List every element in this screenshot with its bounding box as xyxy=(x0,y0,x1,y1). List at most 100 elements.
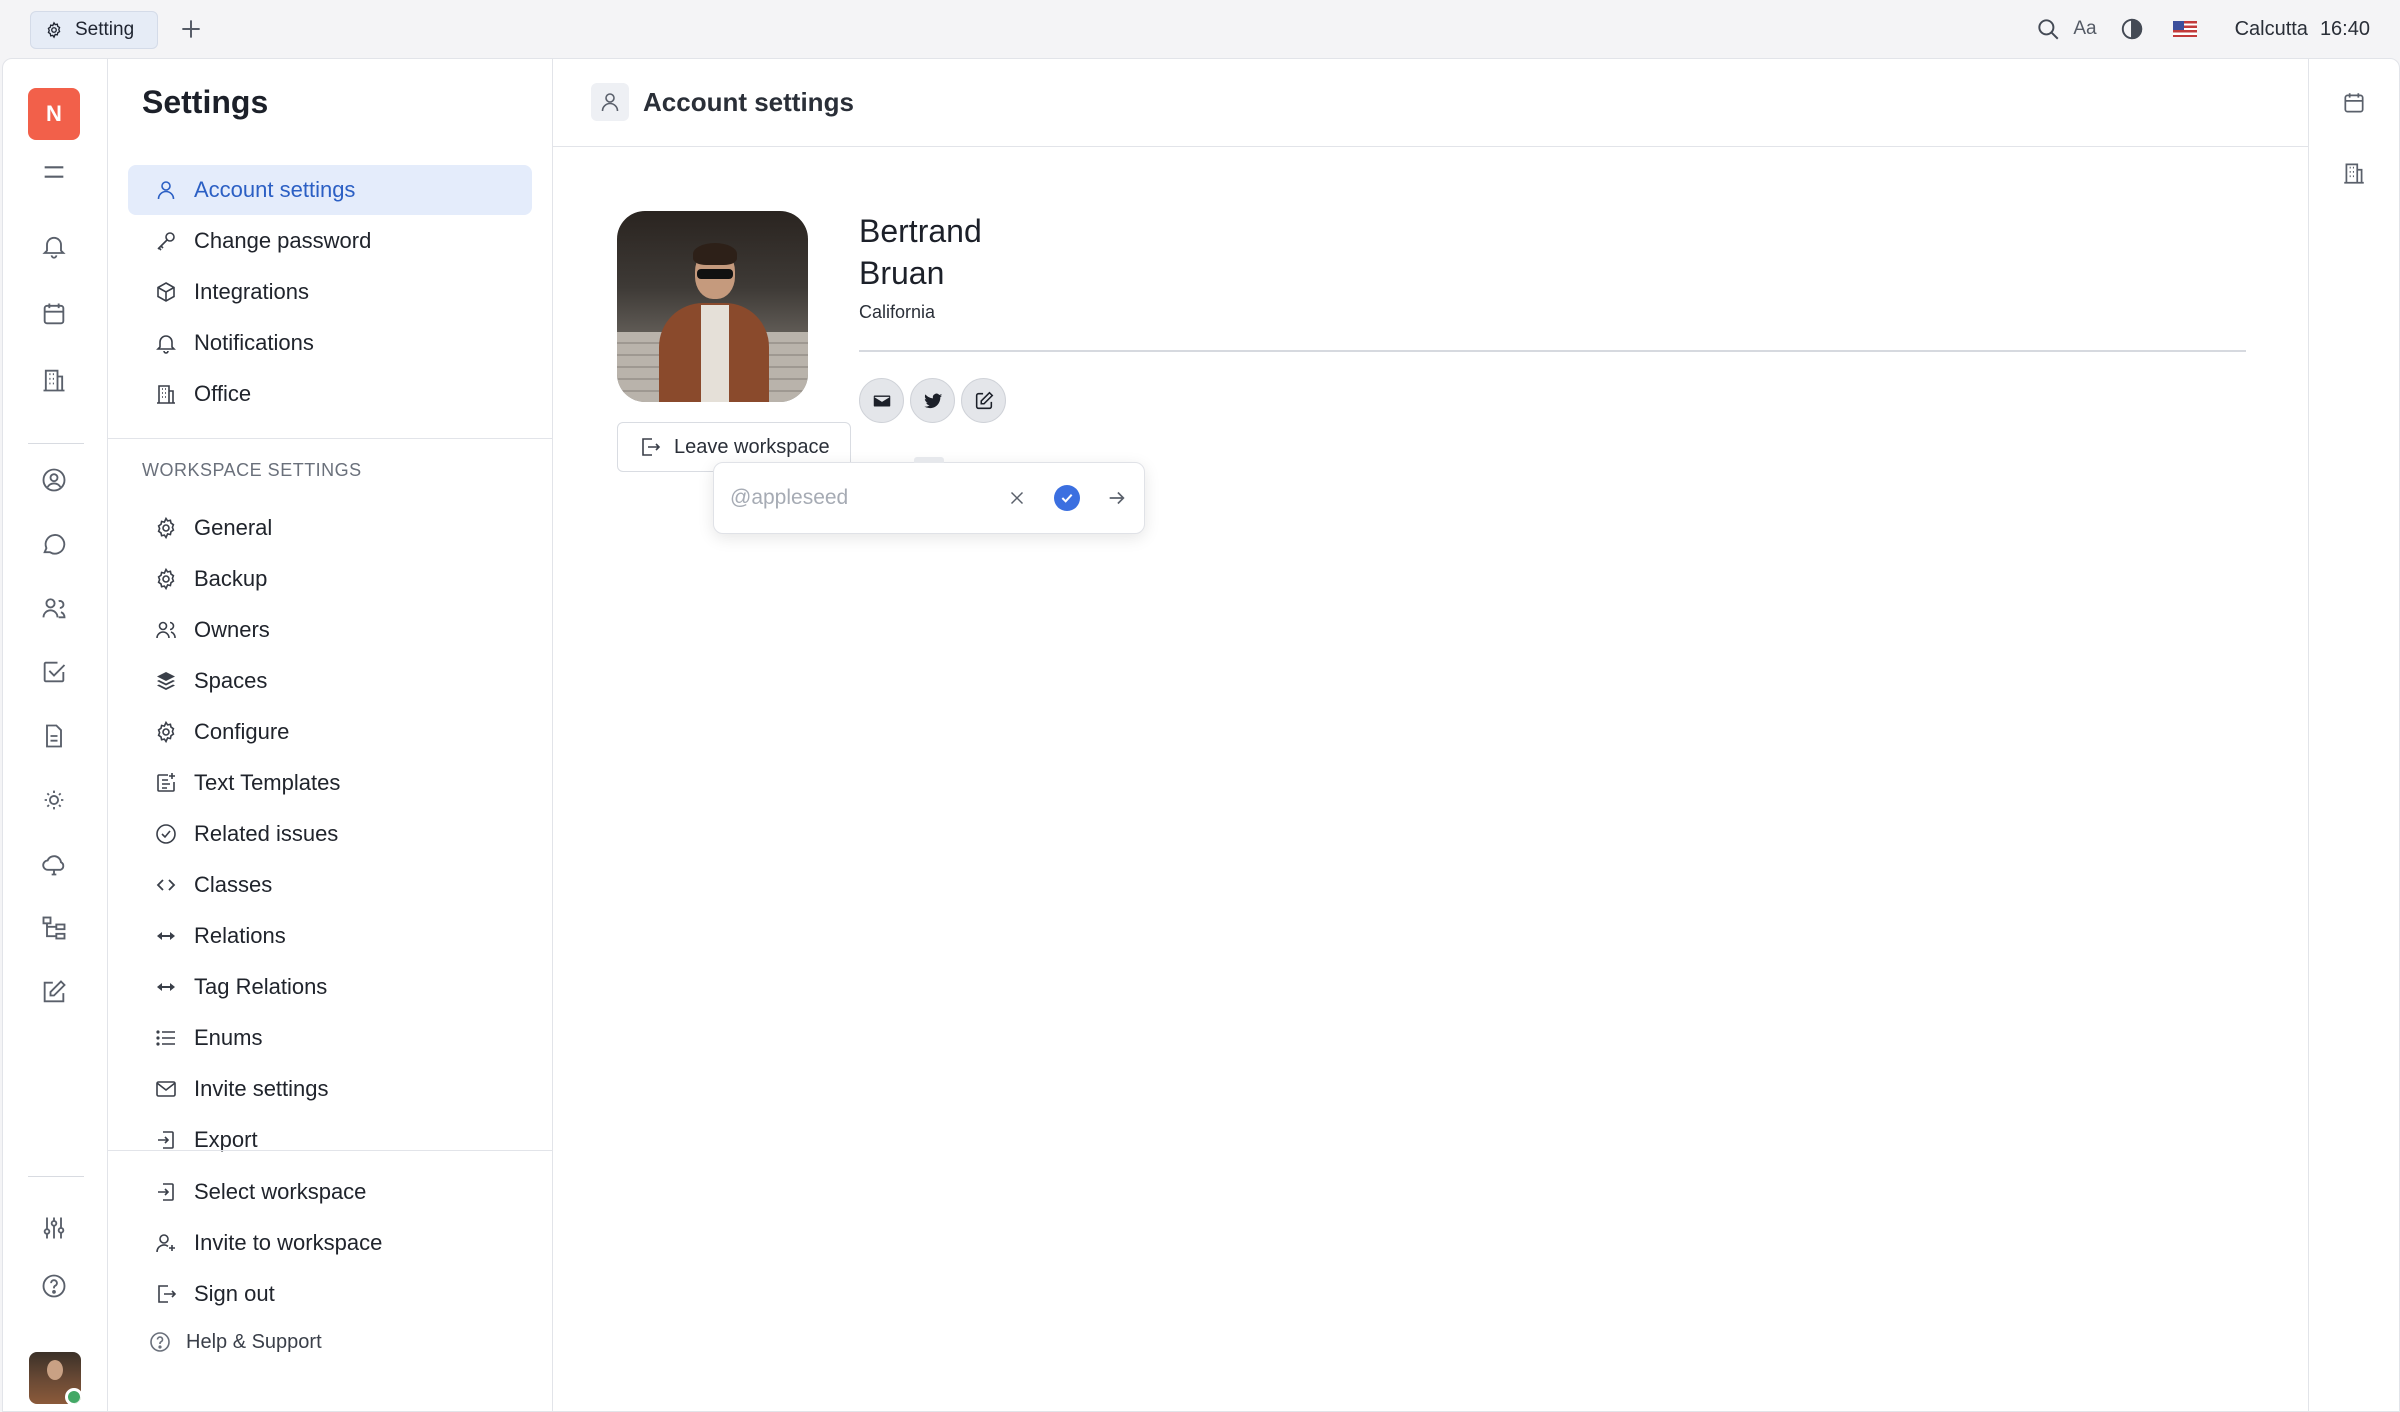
mail-icon xyxy=(873,395,890,406)
nav-item-label: Text Templates xyxy=(194,770,341,795)
hierarchy-button[interactable] xyxy=(40,914,68,942)
documents-button[interactable] xyxy=(40,722,68,750)
nav-item-label: Enums xyxy=(194,1025,263,1050)
nav-notifications[interactable]: Notifications xyxy=(128,318,532,368)
header-icon-box xyxy=(591,83,629,121)
top-bar: Setting Aa Calcutta 16:40 xyxy=(0,0,2400,58)
nav-general[interactable]: General xyxy=(128,503,532,553)
nav-divider xyxy=(108,438,552,439)
avatar-face xyxy=(47,1360,63,1380)
office-panel-button[interactable] xyxy=(2341,160,2367,186)
theme-toggle-button[interactable] xyxy=(2119,16,2145,42)
font-size-button[interactable]: Aa xyxy=(2073,18,2096,40)
office-button[interactable] xyxy=(40,366,68,394)
text-template-icon xyxy=(157,773,175,792)
social-handle-input[interactable] xyxy=(730,486,980,510)
user-avatar[interactable] xyxy=(29,1352,81,1404)
nav-invite-to-workspace[interactable]: Invite to workspace xyxy=(128,1218,532,1268)
edit-icon xyxy=(43,980,66,1003)
gear-icon xyxy=(157,720,175,744)
user-name[interactable]: Bertrand Bruan xyxy=(859,210,982,294)
calendar-button[interactable] xyxy=(40,300,68,328)
profile-divider xyxy=(859,350,2246,352)
confirm-button[interactable] xyxy=(1054,484,1080,512)
cloud-button[interactable] xyxy=(40,850,68,878)
person-icon xyxy=(601,93,619,112)
notifications-button[interactable] xyxy=(40,232,68,260)
nav-export[interactable]: Export xyxy=(128,1115,532,1165)
nav-owners[interactable]: Owners xyxy=(128,605,532,655)
office-building-icon xyxy=(157,385,175,404)
chat-button[interactable] xyxy=(40,530,68,558)
calendar-panel-button[interactable] xyxy=(2341,90,2367,116)
sun-icon xyxy=(44,790,64,810)
list-icon xyxy=(156,1030,175,1046)
nav-invite-settings[interactable]: Invite settings xyxy=(128,1064,532,1114)
twitter-link-button[interactable] xyxy=(910,378,955,423)
tasks-button[interactable] xyxy=(40,658,68,686)
cloud-icon xyxy=(42,855,65,876)
nav-configure[interactable]: Configure xyxy=(128,707,532,757)
nav-spaces[interactable]: Spaces xyxy=(128,656,532,706)
help-support-link[interactable]: Help & Support xyxy=(148,1330,322,1354)
tab-setting[interactable]: Setting xyxy=(30,11,158,49)
double-arrow-icon xyxy=(157,932,175,940)
person-circle-icon xyxy=(42,468,66,492)
open-link-button[interactable] xyxy=(1106,484,1128,512)
nav-select-workspace[interactable]: Select workspace xyxy=(128,1167,532,1217)
calendar-icon xyxy=(2344,93,2364,113)
nav-account-settings[interactable]: Account settings xyxy=(128,165,532,215)
nav-item-label: Relations xyxy=(194,923,286,948)
edit-links-button[interactable] xyxy=(961,378,1006,423)
social-handle-popup xyxy=(713,457,1145,534)
check-circle-icon xyxy=(156,824,176,844)
nav-divider-bottom xyxy=(108,1150,552,1151)
nav-sign-out[interactable]: Sign out xyxy=(128,1269,532,1319)
nav-text-templates[interactable]: Text Templates xyxy=(128,758,532,808)
bell-icon xyxy=(156,335,176,354)
tab-label: Setting xyxy=(75,19,135,40)
first-name: Bertrand xyxy=(859,213,982,249)
profile-button[interactable] xyxy=(40,466,68,494)
gear-icon xyxy=(47,21,61,39)
enter-icon xyxy=(158,1183,174,1201)
nav-office[interactable]: Office xyxy=(128,369,532,419)
mail-link-button[interactable] xyxy=(859,378,904,423)
nav-item-label: Invite settings xyxy=(194,1076,329,1101)
nav-integrations[interactable]: Integrations xyxy=(128,267,532,317)
sliders-icon xyxy=(43,1217,65,1239)
calendar-icon xyxy=(43,303,65,325)
timezone-label: Calcutta xyxy=(2234,17,2308,40)
sun-button[interactable] xyxy=(40,786,68,814)
edit-icon xyxy=(975,391,993,409)
search-button[interactable] xyxy=(2035,16,2061,42)
nav-backup[interactable]: Backup xyxy=(128,554,532,604)
sign-out-icon xyxy=(642,438,661,456)
new-tab-button[interactable] xyxy=(178,16,204,42)
tree-icon xyxy=(42,916,66,940)
workspace-logo[interactable]: N xyxy=(28,88,80,140)
preferences-button[interactable] xyxy=(40,1214,68,1242)
nav-item-label: Integrations xyxy=(194,279,309,304)
clear-button[interactable] xyxy=(1006,484,1028,512)
nav-related-issues[interactable]: Related issues xyxy=(128,809,532,859)
world-clock[interactable]: Calcutta 16:40 xyxy=(2235,18,2370,41)
nav-item-label: Change password xyxy=(194,228,372,253)
time-label: 16:40 xyxy=(2319,17,2370,40)
nav-classes[interactable]: Classes xyxy=(128,860,532,910)
close-icon xyxy=(1010,491,1024,505)
nav-tag-relations[interactable]: Tag Relations xyxy=(128,962,532,1012)
help-button[interactable] xyxy=(40,1272,68,1300)
nav-enums[interactable]: Enums xyxy=(128,1013,532,1063)
sign-out-icon xyxy=(158,1285,177,1303)
edit-button[interactable] xyxy=(40,978,68,1006)
us-flag-icon[interactable] xyxy=(2172,21,2197,37)
nav-change-password[interactable]: Change password xyxy=(128,216,532,266)
nav-relations[interactable]: Relations xyxy=(128,911,532,961)
profile-photo[interactable] xyxy=(617,211,808,402)
contrast-icon xyxy=(2121,18,2142,40)
contacts-button[interactable] xyxy=(40,594,68,622)
gear-icon xyxy=(157,516,175,540)
user-location[interactable]: California xyxy=(859,302,935,323)
menu-button[interactable] xyxy=(40,158,68,186)
